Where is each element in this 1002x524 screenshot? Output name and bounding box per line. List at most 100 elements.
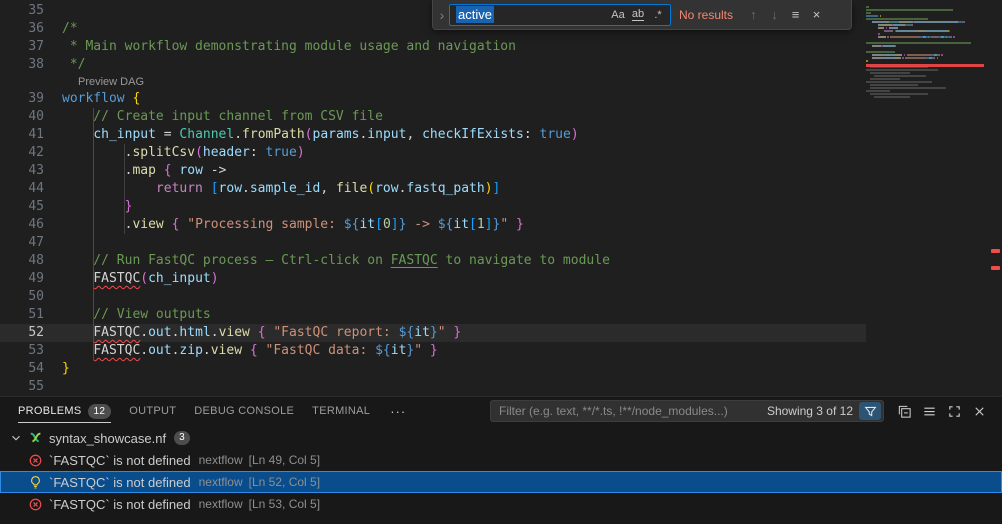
problem-message: `FASTQC` is not defined	[49, 475, 191, 490]
problem-row[interactable]: `FASTQC` is not defined nextflow [Ln 49, C…	[0, 449, 1002, 471]
line-number: 37	[0, 38, 44, 56]
code-line-54[interactable]: 54}	[0, 360, 866, 378]
close-panel-icon[interactable]	[967, 400, 992, 422]
code-line-55[interactable]: 55	[0, 378, 866, 396]
code-line-44[interactable]: 44 return [row.sample_id, file(row.fastq…	[0, 180, 866, 198]
code-line-48[interactable]: 48 // Run FastQC process — Ctrl-click on…	[0, 252, 866, 270]
line-number: 50	[0, 288, 44, 306]
whole-word-label: ab	[632, 8, 644, 21]
code-line-53[interactable]: 53 FASTQC.out.zip.view { "FastQC data: $…	[0, 342, 866, 360]
vscode-window: 3536/*37 * Main workflow demonstrating m…	[0, 0, 1002, 524]
line-number: 54	[0, 360, 44, 378]
overview-ruler[interactable]	[988, 0, 1002, 396]
error-icon	[27, 452, 43, 468]
panel-tab-debug-console[interactable]: DEBUG CONSOLE	[194, 397, 294, 425]
code-line-47[interactable]: 47	[0, 234, 866, 252]
line-number: 38	[0, 56, 44, 74]
code-line-43[interactable]: 43 .map { row ->	[0, 162, 866, 180]
line-number: 45	[0, 198, 44, 216]
find-query-text[interactable]: active	[456, 6, 494, 23]
code-line-37[interactable]: 37 * Main workflow demonstrating module …	[0, 38, 866, 56]
code-editor[interactable]: 3536/*37 * Main workflow demonstrating m…	[0, 0, 1002, 396]
filter-input[interactable]	[499, 404, 763, 418]
line-number: 35	[0, 2, 44, 20]
panel-tab-problems[interactable]: PROBLEMS 12	[18, 397, 111, 425]
line-number: 49	[0, 270, 44, 288]
panel-tab-output[interactable]: OUTPUT	[129, 397, 176, 425]
line-number: 51	[0, 306, 44, 324]
codelens-preview-dag[interactable]: Preview DAG	[0, 74, 866, 90]
problem-location: [Ln 53, Col 5]	[249, 497, 320, 511]
code-line-52[interactable]: 52 FASTQC.out.html.view { "FastQC report…	[0, 324, 866, 342]
find-widget: › active Aa ab .* No results ↑ ↓ ≡ ×	[432, 0, 852, 30]
code-line-45[interactable]: 45 }	[0, 198, 866, 216]
code-line-41[interactable]: 41 ch_input = Channel.fromPath(params.in…	[0, 126, 866, 144]
panel-header: PROBLEMS 12 OUTPUT DEBUG CONSOLE TERMINAL ··…	[0, 397, 1002, 425]
problem-source: nextflow	[199, 497, 243, 511]
problems-tree: syntax_showcase.nf 3 `FASTQC` is not def…	[0, 425, 1002, 515]
problem-row[interactable]: `FASTQC` is not defined nextflow [Ln 52, C…	[0, 471, 1002, 493]
minimap-content	[866, 0, 988, 98]
code-line-39[interactable]: 39workflow {	[0, 90, 866, 108]
problems-count-badge: 12	[88, 404, 112, 419]
code-line-50[interactable]: 50	[0, 288, 866, 306]
line-number: 53	[0, 342, 44, 360]
code-line-46[interactable]: 46 .view { "Processing sample: ${it[0]} …	[0, 216, 866, 234]
problem-row[interactable]: `FASTQC` is not definednextflow[Ln 53, C…	[0, 493, 1002, 515]
problem-source: nextflow	[199, 453, 243, 467]
line-number: 47	[0, 234, 44, 252]
line-number: 52	[0, 324, 44, 342]
panel-tab-terminal[interactable]: TERMINAL	[312, 397, 370, 425]
nextflow-file-icon	[28, 430, 44, 446]
problem-source: nextflow	[199, 475, 243, 489]
find-in-selection-icon[interactable]: ≡	[785, 4, 806, 25]
chevron-down-icon	[8, 430, 24, 446]
maximize-panel-icon[interactable]	[942, 400, 967, 422]
minimap[interactable]	[866, 0, 988, 396]
line-number: 39	[0, 90, 44, 108]
indent-guide	[124, 144, 125, 234]
panel-tab-label: PROBLEMS	[18, 405, 82, 417]
error-marker	[991, 266, 1000, 270]
code-line-38[interactable]: 38 */	[0, 56, 866, 74]
line-number: 44	[0, 180, 44, 198]
indent-guide	[93, 108, 94, 360]
collapse-all-icon[interactable]	[892, 400, 917, 422]
file-problems-badge: 3	[174, 431, 190, 445]
code-line-51[interactable]: 51 // View outputs	[0, 306, 866, 324]
view-as-table-icon[interactable]	[917, 400, 942, 422]
filter-showing-count: Showing 3 of 12	[767, 404, 853, 418]
panel-tab-label: OUTPUT	[129, 405, 176, 417]
problem-location: [Ln 52, Col 5]	[249, 475, 320, 489]
more-actions-icon[interactable]: ···	[390, 404, 406, 419]
toggle-replace-icon[interactable]: ›	[435, 7, 449, 23]
find-input[interactable]: active Aa ab .*	[449, 4, 671, 26]
lightbulb-icon	[27, 474, 43, 490]
line-number: 55	[0, 378, 44, 396]
panel-tab-label: DEBUG CONSOLE	[194, 405, 294, 417]
code-area[interactable]: 3536/*37 * Main workflow demonstrating m…	[0, 0, 866, 396]
line-number: 41	[0, 126, 44, 144]
bottom-panel: PROBLEMS 12 OUTPUT DEBUG CONSOLE TERMINAL ··…	[0, 396, 1002, 524]
match-case-icon[interactable]: Aa	[608, 6, 628, 24]
filter-funnel-icon[interactable]	[859, 402, 881, 420]
whole-word-icon[interactable]: ab	[628, 6, 648, 24]
error-marker	[991, 249, 1000, 253]
line-number: 46	[0, 216, 44, 234]
problems-filter[interactable]: Showing 3 of 12	[490, 400, 884, 422]
code-line-40[interactable]: 40 // Create input channel from CSV file	[0, 108, 866, 126]
code-line-49[interactable]: 49 FASTQC(ch_input)	[0, 270, 866, 288]
next-match-icon[interactable]: ↓	[764, 4, 785, 25]
line-number: 43	[0, 162, 44, 180]
problem-message: `FASTQC` is not defined	[49, 453, 191, 468]
line-number: 48	[0, 252, 44, 270]
problems-file-row[interactable]: syntax_showcase.nf 3	[0, 427, 1002, 449]
close-find-icon[interactable]: ×	[806, 4, 827, 25]
regex-icon[interactable]: .*	[648, 6, 668, 24]
file-name: syntax_showcase.nf	[49, 431, 166, 446]
problem-location: [Ln 49, Col 5]	[249, 453, 320, 467]
previous-match-icon[interactable]: ↑	[743, 4, 764, 25]
error-icon	[27, 496, 43, 512]
find-results-status: No results	[679, 8, 733, 22]
code-line-42[interactable]: 42 .splitCsv(header: true)	[0, 144, 866, 162]
